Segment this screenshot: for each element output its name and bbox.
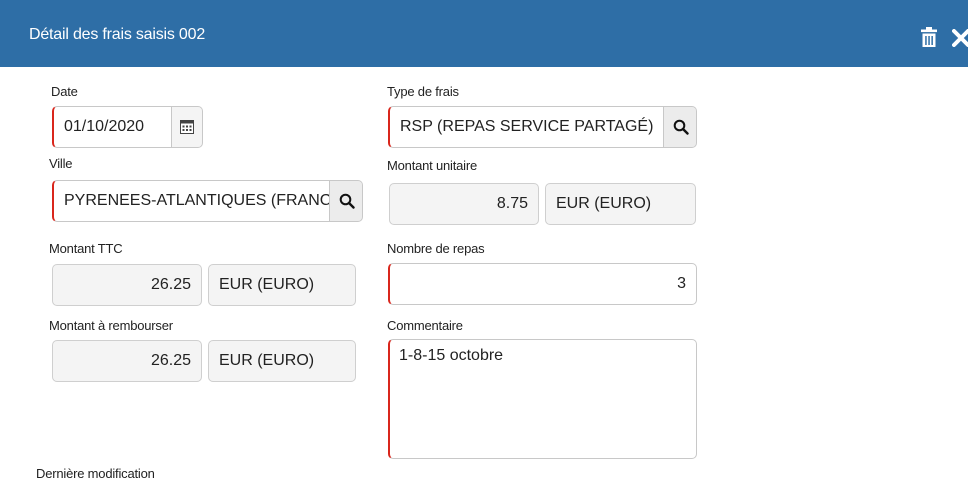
ville-field[interactable]: PYRENEES-ATLANTIQUES (FRANCI — [52, 180, 363, 222]
search-icon — [673, 119, 689, 135]
date-field[interactable]: 01/10/2020 — [52, 106, 203, 148]
type-frais-field[interactable]: RSP (REPAS SERVICE PARTAGÉ) — [388, 106, 697, 148]
dialog-header: Détail des frais saisis 002 — [0, 0, 968, 67]
commentaire-label: Commentaire — [387, 318, 463, 333]
montant-ttc-amount-value: 26.25 — [150, 276, 191, 293]
montant-rembourser-amount: 26.25 — [52, 340, 202, 382]
ville-label: Ville — [49, 156, 73, 171]
montant-ttc-label: Montant TTC — [49, 241, 123, 256]
montant-rembourser-currency-value: EUR (EURO) — [219, 352, 315, 369]
trash-icon[interactable] — [921, 27, 937, 47]
nombre-repas-value: 3 — [677, 275, 686, 292]
derniere-modification-label: Dernière modification — [36, 466, 155, 481]
commentaire-value: 1-8-15 octobre — [399, 347, 504, 364]
type-frais-search-button[interactable] — [663, 107, 696, 147]
dialog-title: Détail des frais saisis 002 — [29, 26, 206, 43]
calendar-icon — [180, 120, 194, 134]
montant-ttc-amount: 26.25 — [52, 264, 202, 306]
montant-ttc-currency-value: EUR (EURO) — [219, 276, 315, 293]
montant-unitaire-label: Montant unitaire — [387, 158, 478, 173]
close-icon[interactable] — [952, 29, 968, 47]
date-label: Date — [51, 84, 78, 99]
type-frais-value: RSP (REPAS SERVICE PARTAGÉ) — [400, 118, 654, 135]
type-frais-label: Type de frais — [387, 84, 459, 99]
montant-rembourser-amount-value: 26.25 — [150, 352, 191, 369]
nombre-repas-label: Nombre de repas — [387, 241, 485, 256]
montant-unitaire-currency-value: EUR (EURO) — [556, 195, 652, 212]
date-value: 01/10/2020 — [64, 118, 145, 135]
montant-unitaire-amount: 8.75 — [389, 183, 539, 225]
ville-value: PYRENEES-ATLANTIQUES (FRANCI — [64, 192, 336, 209]
nombre-repas-input[interactable]: 3 — [388, 263, 697, 305]
search-icon — [339, 193, 355, 209]
montant-ttc-currency: EUR (EURO) — [208, 264, 356, 306]
montant-unitaire-currency: EUR (EURO) — [545, 183, 696, 225]
commentaire-textarea[interactable]: 1-8-15 octobre — [388, 339, 697, 459]
calendar-button[interactable] — [171, 107, 202, 147]
montant-unitaire-amount-value: 8.75 — [496, 195, 528, 212]
montant-rembourser-label: Montant à rembourser — [49, 318, 173, 333]
ville-search-button[interactable] — [329, 181, 362, 221]
montant-rembourser-currency: EUR (EURO) — [208, 340, 356, 382]
